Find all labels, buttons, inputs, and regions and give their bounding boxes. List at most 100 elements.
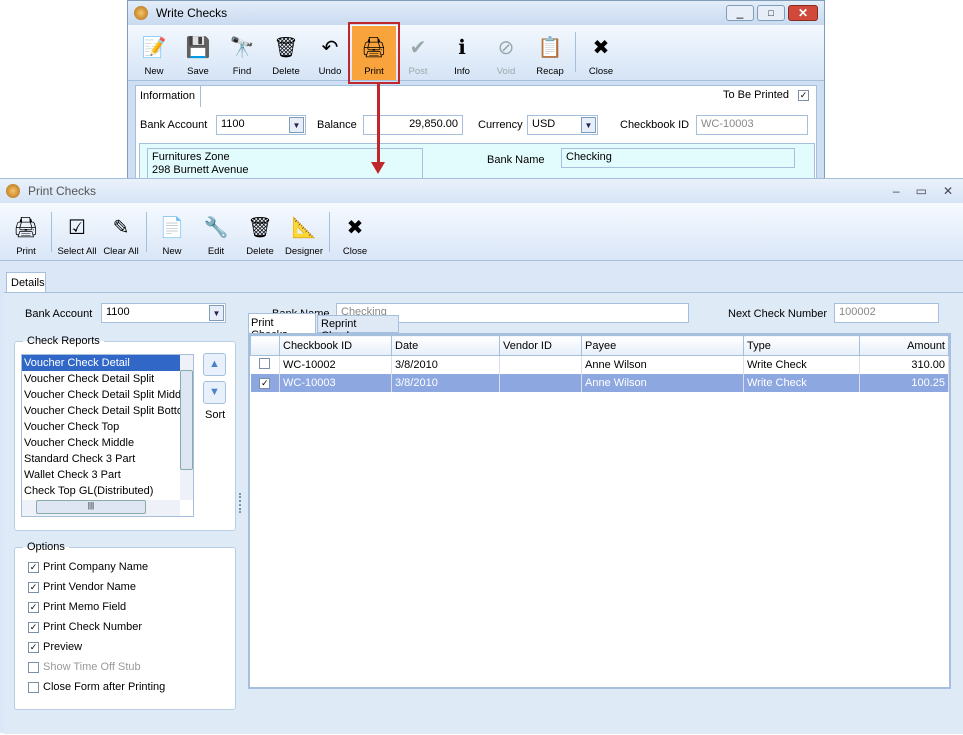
checkbook-id-field[interactable]: WC-10003: [696, 115, 808, 135]
minimize-button[interactable]: –: [893, 184, 900, 198]
option-label: Print Company Name: [43, 561, 149, 573]
save-button[interactable]: 💾 Save: [176, 26, 220, 80]
column-header[interactable]: Amount: [859, 335, 949, 356]
option-print-check-number[interactable]: ✓ Print Check Number: [28, 617, 235, 637]
checkbox[interactable]: ✓: [28, 561, 39, 573]
button-label: Select All: [57, 246, 97, 257]
designer-button[interactable]: 📐 Designer: [282, 206, 326, 260]
option-print-company-name[interactable]: ✓ Print Company Name: [28, 557, 235, 577]
row-select-cell[interactable]: ✓: [250, 373, 280, 392]
option-print-memo-field[interactable]: ✓ Print Memo Field: [28, 597, 235, 617]
checkbox[interactable]: ✓: [28, 581, 39, 593]
button-label: Info: [454, 66, 470, 77]
balance-label: Balance: [317, 119, 357, 131]
bank-account-value: 1100: [106, 306, 130, 318]
find-button[interactable]: 🔭 Find: [220, 26, 264, 80]
edit-button[interactable]: 🔧 Edit: [194, 206, 238, 260]
minimize-button[interactable]: _: [726, 5, 754, 21]
info-button[interactable]: ℹ Info: [440, 26, 484, 80]
report-list-item[interactable]: Voucher Check Detail Split Bottom: [22, 403, 193, 419]
select-column-header[interactable]: [250, 335, 280, 356]
checks-grid: Checkbook ID Date Vendor ID Payee Type Amount…: [248, 333, 951, 689]
column-header[interactable]: Payee: [581, 335, 744, 356]
options-group: Options ✓ Print Company Name ✓ Print Vendor…: [14, 541, 236, 710]
undo-icon: ↶: [321, 36, 339, 59]
column-header[interactable]: Date: [391, 335, 500, 356]
close-button[interactable]: ✖ Close: [579, 26, 623, 80]
column-header[interactable]: Vendor ID: [499, 335, 582, 356]
option-label: Preview: [43, 641, 83, 653]
report-list-item[interactable]: Standard Check 3 Part: [22, 451, 193, 467]
move-down-button[interactable]: ▼: [203, 381, 226, 404]
column-header[interactable]: Checkbook ID: [279, 335, 392, 356]
close-window-button[interactable]: ✕: [943, 184, 953, 198]
report-list-item[interactable]: Wallet Check 3 Part: [22, 467, 193, 483]
checkbox[interactable]: ✓: [28, 621, 39, 633]
checks-table: Checkbook ID Date Vendor ID Payee Type Amount…: [250, 335, 949, 392]
maximize-button[interactable]: □: [757, 5, 785, 21]
table-row[interactable]: WC-10002 3/8/2010 Anne Wilson Write Check 31…: [250, 355, 949, 374]
row-select-cell[interactable]: [250, 355, 280, 374]
close-button[interactable]: ✖ Close: [333, 206, 377, 260]
delete-button[interactable]: 🗑 Delete: [264, 26, 308, 80]
tab-details[interactable]: Details: [6, 272, 46, 293]
option-label: Print Memo Field: [43, 601, 127, 613]
report-list-item[interactable]: Voucher Check Detail Split: [22, 371, 193, 387]
title-bar: Print Checks – ▭ ✕: [0, 179, 963, 203]
bank-name-field[interactable]: Checking: [561, 148, 795, 168]
select-all-button[interactable]: ☑ Select All: [55, 206, 99, 260]
checkbox[interactable]: [28, 681, 39, 693]
report-list-item[interactable]: Voucher Check Top: [22, 419, 193, 435]
table-cell: [499, 355, 582, 374]
toolbar-separator: [146, 212, 147, 252]
report-list-item[interactable]: Voucher Check Middle: [22, 435, 193, 451]
check-reports-list[interactable]: Voucher Check Detail Voucher Check Detail…: [21, 354, 194, 517]
checkbox[interactable]: [28, 661, 39, 673]
table-row[interactable]: ✓ WC-10003 3/8/2010 Anne Wilson Write Check 1…: [250, 373, 949, 392]
row-checkbox[interactable]: [259, 357, 271, 369]
tab-information[interactable]: Information: [135, 85, 201, 107]
print-button[interactable]: 🖨 Print: [4, 206, 48, 260]
delete-button[interactable]: 🗑 Delete: [238, 206, 282, 260]
report-list-item[interactable]: Voucher Check Detail: [22, 355, 193, 371]
horizontal-scrollbar[interactable]: |||: [22, 500, 180, 516]
to-be-printed-checkbox[interactable]: ✓: [798, 90, 809, 101]
report-list-item[interactable]: Check Top GL(Distributed): [22, 483, 193, 499]
option-preview[interactable]: ✓ Preview: [28, 637, 235, 657]
bank-account-select[interactable]: 1100 ▼: [101, 303, 226, 323]
tab-print-checks[interactable]: Print Checks: [248, 313, 316, 341]
maximize-button[interactable]: ▭: [916, 184, 927, 198]
column-header[interactable]: Type: [743, 335, 860, 356]
close-window-button[interactable]: ✕: [788, 5, 818, 21]
currency-select[interactable]: USD ▼: [527, 115, 598, 135]
recap-button[interactable]: 📋 Recap: [528, 26, 572, 80]
row-checkbox[interactable]: ✓: [259, 377, 271, 389]
new-button[interactable]: 📄 New: [150, 206, 194, 260]
checkbox[interactable]: ✓: [28, 601, 39, 613]
chevron-down-icon[interactable]: ▼: [209, 305, 224, 321]
move-up-button[interactable]: ▲: [203, 353, 226, 376]
checkbox[interactable]: ✓: [28, 641, 39, 653]
option-close-form-after-printing[interactable]: Close Form after Printing: [28, 677, 235, 697]
undo-button[interactable]: ↶ Undo: [308, 26, 352, 80]
print-button[interactable]: 🖨 Print: [348, 22, 400, 84]
option-show-time-off-stub[interactable]: Show Time Off Stub: [28, 657, 235, 677]
chevron-down-icon[interactable]: ▼: [581, 117, 596, 133]
printer-icon: 🖨: [361, 36, 387, 59]
clear-all-button[interactable]: ✎ Clear All: [99, 206, 143, 260]
edit-icon: 🔧: [203, 216, 229, 239]
title-bar: Write Checks _ □ ✕: [128, 1, 824, 25]
void-button[interactable]: ⊘ Void: [484, 26, 528, 80]
post-button[interactable]: ✔ Post: [396, 26, 440, 80]
new-button[interactable]: 📝 New: [132, 26, 176, 80]
checkbook-id-label: Checkbook ID: [620, 119, 690, 131]
chevron-down-icon[interactable]: ▼: [289, 117, 304, 133]
button-label: Find: [232, 66, 252, 77]
option-print-vendor-name[interactable]: ✓ Print Vendor Name: [28, 577, 235, 597]
new-icon: 📝: [141, 36, 167, 59]
tab-reprint-checks[interactable]: Reprint Checks: [317, 315, 399, 342]
report-list-item[interactable]: Voucher Check Detail Split Middle: [22, 387, 193, 403]
vertical-scrollbar[interactable]: [180, 355, 193, 500]
bank-account-select[interactable]: 1100 ▼: [216, 115, 306, 135]
splitter-handle[interactable]: [239, 493, 242, 513]
